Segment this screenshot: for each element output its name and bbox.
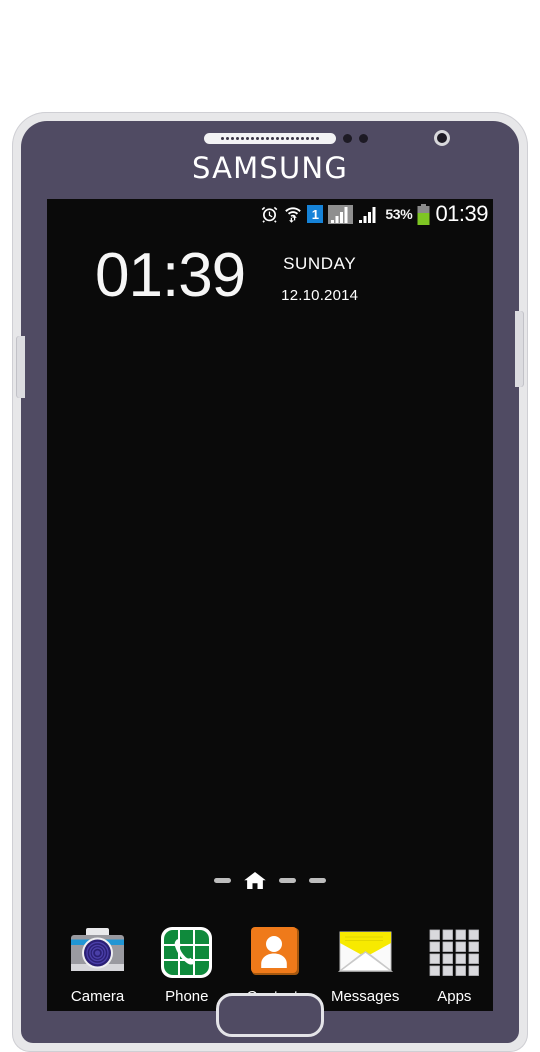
camera-icon[interactable] [69,924,126,981]
phone-icon[interactable] [158,924,215,981]
home-button[interactable] [216,993,324,1037]
messages-icon[interactable] [337,924,394,981]
sim-indicator-badge: 1 [307,205,324,223]
wifi-transfer-icon [284,205,302,224]
dock-item-camera[interactable]: Camera [59,924,137,1005]
page-dot[interactable] [309,878,326,883]
widget-day: SUNDAY [283,254,357,273]
signal-bars-sim2-icon [358,205,380,224]
signal-bars-sim1-icon [328,204,354,224]
speaker-grille [204,133,336,144]
apps-grid-icon[interactable] [426,924,483,981]
page-dot[interactable] [279,878,296,883]
contacts-icon[interactable] [247,924,304,981]
dock-item-phone[interactable]: Phone [148,924,226,1005]
brand-text: SAMSUNG [191,151,348,185]
dock-item-messages[interactable]: Messages [326,924,404,1005]
alarm-clock-icon [260,205,279,224]
phone-bezel: SAMSUNG 1 53% 01:39 01:39 SUNDAY 12.10.2… [16,121,524,1043]
status-bar-clock: 01:39 [435,201,488,226]
samsung-logo: SAMSUNG [21,151,519,185]
page-dot[interactable] [214,878,231,883]
front-camera-icon [434,130,450,146]
battery-icon [417,203,430,225]
clock-widget[interactable]: 01:39 SUNDAY 12.10.2014 [47,229,493,307]
widget-date-column: SUNDAY 12.10.2014 [281,245,358,304]
power-button[interactable] [515,311,524,387]
dock-label: Camera [70,988,125,1005]
phone-screen[interactable]: 1 53% 01:39 01:39 SUNDAY 12.10.2014 Came… [47,199,493,1011]
widget-time: 01:39 [95,241,246,310]
volume-button[interactable] [16,336,25,398]
battery-percentage: 53% [385,206,413,222]
status-bar: 1 53% 01:39 [47,199,493,229]
dock-label: Messages [330,988,400,1005]
dock-label: Apps [437,988,472,1005]
dock-label: Phone [165,988,209,1005]
phone-device: SAMSUNG 1 53% 01:39 01:39 SUNDAY 12.10.2… [12,112,528,1052]
widget-date: 12.10.2014 [281,287,359,304]
dock-item-apps[interactable]: Apps [415,924,493,1005]
home-icon[interactable] [244,872,266,889]
proximity-sensor [343,134,368,143]
page-indicator[interactable] [47,872,493,889]
